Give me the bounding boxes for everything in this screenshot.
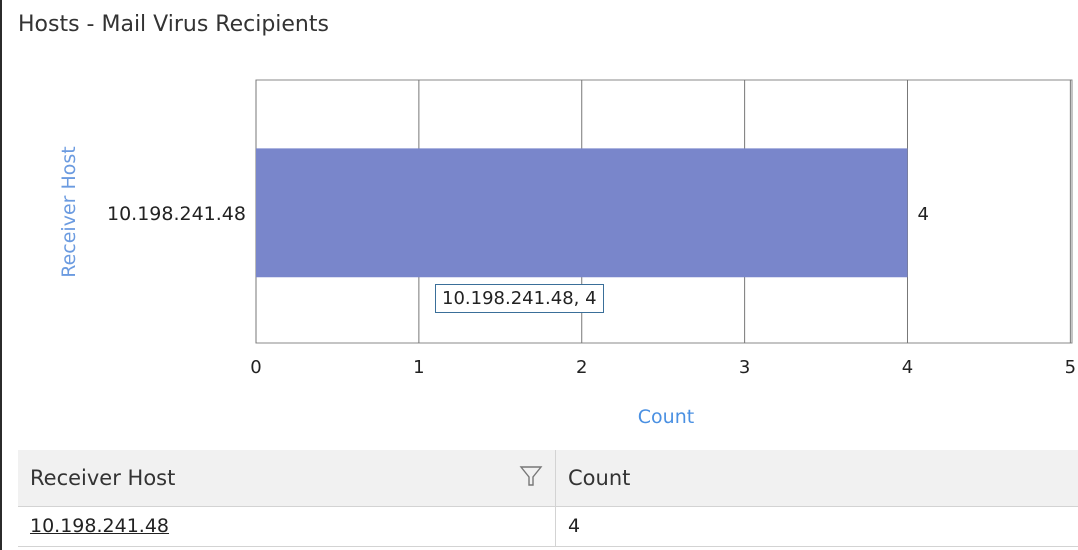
table-header-row: Receiver Host Count <box>18 450 1078 507</box>
column-header-count[interactable]: Count <box>555 450 1078 507</box>
data-table: Receiver Host Count 10.198.241.48 4 <box>18 450 1078 547</box>
table-row: 10.198.241.48 4 <box>18 506 1078 547</box>
x-tick-label: 4 <box>902 357 913 378</box>
column-header-label: Count <box>568 465 631 490</box>
chart-panel: Hosts - Mail Virus Recipients Receiver H… <box>0 0 1078 550</box>
host-link[interactable]: 10.198.241.48 <box>30 515 169 537</box>
x-axis-title: Count <box>637 406 695 428</box>
bar-chart: 0 1 2 3 4 5 10.198.241.48 4 <box>107 79 1076 378</box>
data-label: 4 <box>917 204 928 225</box>
filter-funnel-icon[interactable] <box>519 464 543 488</box>
column-header-receiver-host[interactable]: Receiver Host <box>18 450 556 507</box>
cell-count: 4 <box>555 506 1078 547</box>
bar <box>256 148 908 278</box>
column-header-label: Receiver Host <box>30 465 176 490</box>
cell-receiver-host: 10.198.241.48 <box>18 506 556 547</box>
x-tick-label: 5 <box>1065 357 1076 378</box>
chart-tooltip: 10.198.241.48, 4 <box>435 284 604 313</box>
x-tick-label: 2 <box>576 357 587 378</box>
y-tick-label: 10.198.241.48 <box>107 203 246 225</box>
x-tick-label: 3 <box>739 357 750 378</box>
x-tick-label: 1 <box>413 357 424 378</box>
x-tick-label: 0 <box>250 357 261 378</box>
